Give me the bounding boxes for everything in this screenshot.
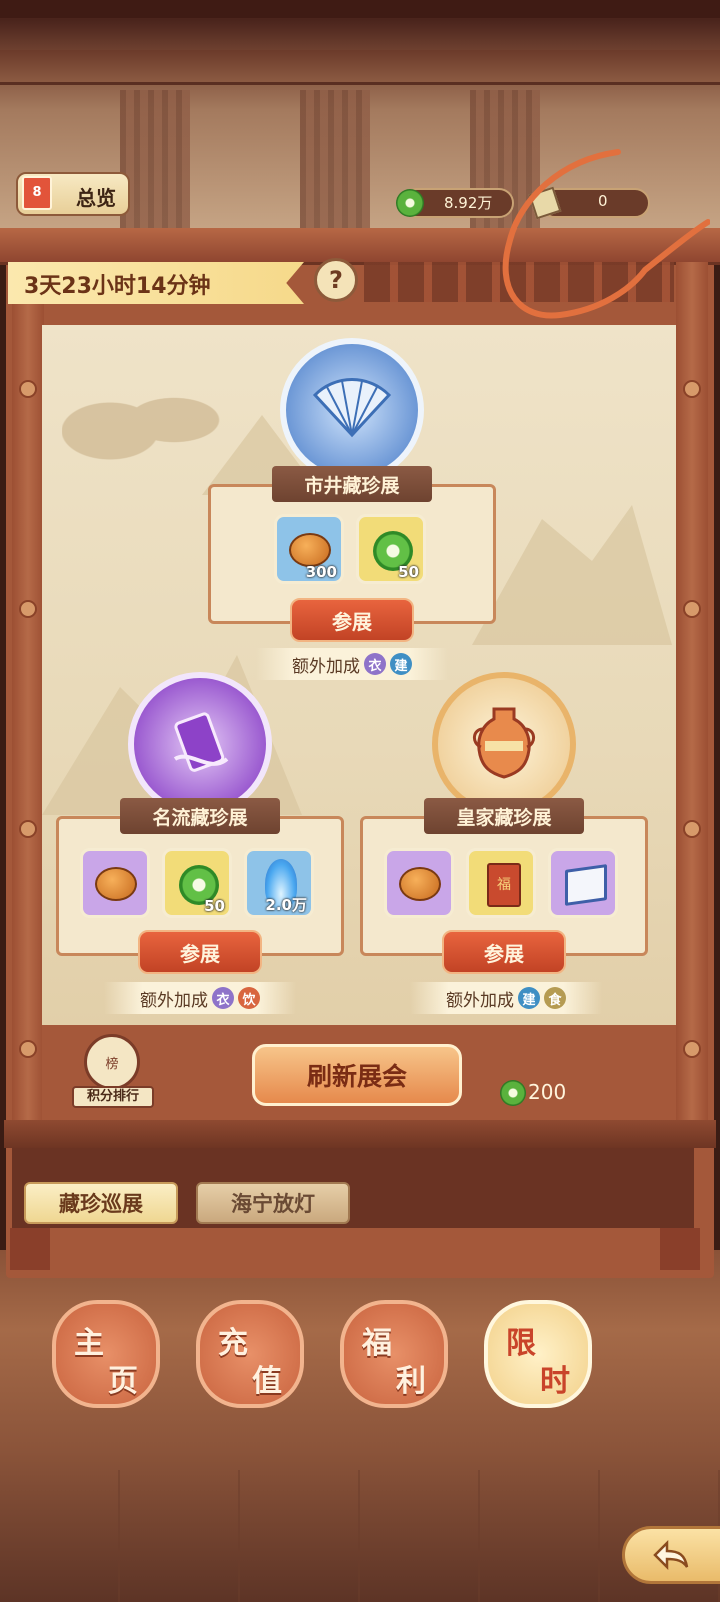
rosette-ornament bbox=[683, 820, 701, 838]
nav-home-button[interactable]: 主 页 bbox=[52, 1300, 160, 1408]
bonus-label: 额外加成 bbox=[292, 656, 360, 677]
floor-lines bbox=[0, 1470, 720, 1602]
board-leg bbox=[660, 1228, 700, 1270]
reward-tile[interactable] bbox=[548, 848, 618, 918]
reward-tile[interactable]: 300 bbox=[274, 514, 344, 584]
background-pillar bbox=[300, 90, 370, 240]
meat-pie-icon bbox=[95, 867, 137, 901]
nav-label-bottom: 页 bbox=[108, 1364, 138, 1399]
reward-count: 50 bbox=[398, 563, 419, 581]
bonus-tag-drink: 饮 bbox=[238, 987, 260, 1009]
bonus-tag-building: 建 bbox=[390, 653, 412, 675]
reward-count: 300 bbox=[305, 563, 337, 581]
jade-coin-icon bbox=[396, 189, 424, 217]
bonus-row: 额外加成 衣 建 bbox=[256, 648, 448, 680]
street-exhibition-title: 市井藏珍展 bbox=[272, 466, 432, 502]
nav-limited-button[interactable]: 限 时 bbox=[484, 1300, 592, 1408]
bonus-label: 额外加成 bbox=[446, 990, 514, 1011]
bonus-tag-food: 食 bbox=[544, 987, 566, 1009]
refresh-cost: 200 bbox=[528, 1080, 567, 1104]
scroll-icon bbox=[173, 712, 229, 772]
join-exhibition-button[interactable]: 参展 bbox=[138, 930, 262, 974]
meat-pie-icon bbox=[289, 533, 331, 567]
rosette-ornament bbox=[683, 1040, 701, 1058]
nav-label-top: 限 bbox=[506, 1326, 536, 1361]
nav-label-top: 主 bbox=[74, 1326, 104, 1361]
trees-illustration bbox=[62, 365, 222, 475]
nav-label-top: 福 bbox=[362, 1326, 392, 1361]
board-shelf bbox=[4, 1120, 716, 1148]
tab-treasure-tour[interactable]: 藏珍巡展 bbox=[24, 1182, 178, 1224]
rosette-ornament bbox=[19, 600, 37, 618]
mountain-illustration bbox=[472, 505, 672, 645]
nav-label-bottom: 利 bbox=[396, 1364, 426, 1399]
join-exhibition-button[interactable]: 参展 bbox=[442, 930, 566, 974]
jade-coin-icon bbox=[500, 1080, 526, 1106]
reward-tile[interactable]: 福 bbox=[466, 848, 536, 918]
back-arrow-icon bbox=[653, 1539, 689, 1571]
ranking-icon[interactable]: 榜 bbox=[84, 1034, 140, 1090]
celebrity-exhibition-title: 名流藏珍展 bbox=[120, 798, 280, 834]
rosette-ornament bbox=[683, 600, 701, 618]
rosette-ornament bbox=[683, 380, 701, 398]
nav-label-bottom: 值 bbox=[252, 1364, 282, 1399]
reward-tile[interactable]: 2.0万 bbox=[244, 848, 314, 918]
reward-tile[interactable] bbox=[80, 848, 150, 918]
royal-exhibition-title: 皇家藏珍展 bbox=[424, 798, 584, 834]
bonus-tag-clothing: 衣 bbox=[364, 653, 386, 675]
countdown-text: 3天23小时14分钟 bbox=[24, 274, 211, 299]
rosette-ornament bbox=[19, 1040, 37, 1058]
nav-recharge-button[interactable]: 充 值 bbox=[196, 1300, 304, 1408]
bonus-row: 额外加成 衣 饮 bbox=[104, 982, 296, 1014]
rosette-ornament bbox=[19, 820, 37, 838]
book-icon bbox=[565, 864, 607, 906]
nav-label-bottom: 时 bbox=[540, 1364, 570, 1399]
nav-welfare-button[interactable]: 福 利 bbox=[340, 1300, 448, 1408]
vase-icon bbox=[473, 707, 535, 779]
celebrity-exhibition-medallion bbox=[128, 672, 272, 816]
nav-label-top: 充 bbox=[218, 1326, 248, 1361]
bonus-tag-building: 建 bbox=[518, 987, 540, 1009]
overview-label: 总览 bbox=[76, 186, 116, 210]
back-button[interactable] bbox=[622, 1526, 720, 1584]
reward-tile[interactable]: 50 bbox=[356, 514, 426, 584]
calendar-icon: 8 bbox=[22, 176, 52, 210]
reward-tile[interactable]: 50 bbox=[162, 848, 232, 918]
background-pillar bbox=[120, 90, 190, 240]
meat-pie-icon bbox=[399, 867, 441, 901]
reward-count: 50 bbox=[204, 897, 225, 915]
ranking-button[interactable]: 积分排行 bbox=[72, 1086, 154, 1108]
refresh-exhibition-button[interactable]: 刷新展会 bbox=[252, 1044, 462, 1106]
reward-count: 2.0万 bbox=[265, 896, 307, 914]
join-exhibition-button[interactable]: 参展 bbox=[290, 598, 414, 642]
fortune-box-icon: 福 bbox=[487, 863, 521, 907]
board-leg bbox=[10, 1228, 50, 1270]
reward-tile[interactable] bbox=[384, 848, 454, 918]
top-beam bbox=[0, 0, 720, 18]
tab-lantern-festival[interactable]: 海宁放灯 bbox=[196, 1182, 350, 1224]
royal-exhibition-medallion bbox=[432, 672, 576, 816]
decorative-stripe bbox=[0, 50, 720, 85]
bonus-tag-clothing: 衣 bbox=[212, 987, 234, 1009]
bonus-label: 额外加成 bbox=[140, 990, 208, 1011]
rosette-ornament bbox=[19, 380, 37, 398]
fan-icon bbox=[312, 378, 392, 438]
help-button[interactable]: ? bbox=[314, 258, 358, 302]
hand-drawn-annotation bbox=[502, 149, 710, 319]
bonus-row: 额外加成 建 食 bbox=[410, 982, 602, 1014]
street-exhibition-medallion bbox=[280, 338, 424, 482]
